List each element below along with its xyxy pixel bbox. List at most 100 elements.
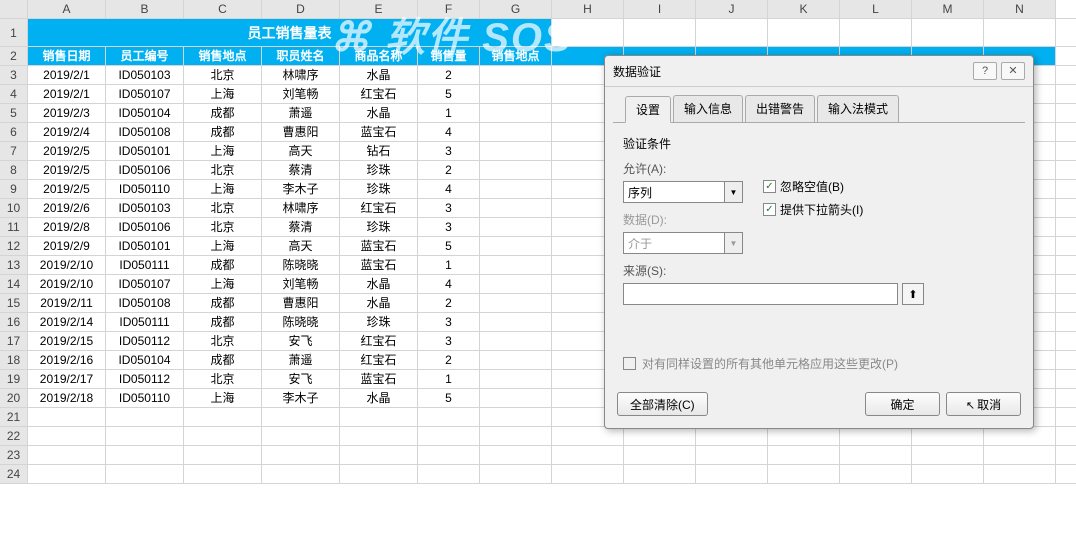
cell[interactable]: ID050103 bbox=[106, 66, 184, 84]
cell[interactable]: 2019/2/5 bbox=[28, 161, 106, 179]
row-header[interactable]: 13 bbox=[0, 256, 28, 274]
cell[interactable]: 4 bbox=[418, 180, 480, 198]
cell[interactable]: 3 bbox=[418, 199, 480, 217]
row-header[interactable]: 6 bbox=[0, 123, 28, 141]
cell[interactable] bbox=[106, 465, 184, 483]
cell[interactable]: 水晶 bbox=[340, 294, 418, 312]
cell[interactable] bbox=[262, 427, 340, 445]
cell[interactable]: 销售地点 bbox=[184, 47, 262, 65]
cell[interactable] bbox=[480, 180, 552, 198]
cell[interactable]: 上海 bbox=[184, 275, 262, 293]
cell[interactable]: 北京 bbox=[184, 218, 262, 236]
cell[interactable]: 3 bbox=[418, 313, 480, 331]
cell[interactable] bbox=[840, 465, 912, 483]
dialog-titlebar[interactable]: 数据验证 ? ✕ bbox=[605, 56, 1033, 87]
cell[interactable]: ID050104 bbox=[106, 104, 184, 122]
cell[interactable] bbox=[552, 465, 624, 483]
close-button[interactable]: ✕ bbox=[1001, 62, 1025, 80]
cell[interactable] bbox=[184, 427, 262, 445]
cell[interactable]: 珍珠 bbox=[340, 313, 418, 331]
column-header-M[interactable]: M bbox=[912, 0, 984, 18]
cell[interactable]: 2019/2/11 bbox=[28, 294, 106, 312]
row-header[interactable]: 7 bbox=[0, 142, 28, 160]
cell[interactable]: 蓝宝石 bbox=[340, 256, 418, 274]
row-header[interactable]: 22 bbox=[0, 427, 28, 445]
cell[interactable]: 员工编号 bbox=[106, 47, 184, 65]
ignore-blank-checkbox[interactable]: ✓ bbox=[763, 180, 776, 193]
cell[interactable] bbox=[262, 408, 340, 426]
cell[interactable] bbox=[696, 427, 768, 445]
source-input[interactable] bbox=[623, 283, 898, 305]
cell[interactable] bbox=[480, 123, 552, 141]
cell[interactable] bbox=[480, 389, 552, 407]
cell[interactable]: 成都 bbox=[184, 294, 262, 312]
cell[interactable] bbox=[480, 142, 552, 160]
cell[interactable] bbox=[480, 256, 552, 274]
tab-2[interactable]: 出错警告 bbox=[745, 95, 815, 122]
column-header-J[interactable]: J bbox=[696, 0, 768, 18]
cell[interactable] bbox=[28, 446, 106, 464]
cell[interactable] bbox=[340, 427, 418, 445]
cell[interactable]: ID050110 bbox=[106, 389, 184, 407]
cell[interactable]: 水晶 bbox=[340, 275, 418, 293]
cell[interactable] bbox=[480, 370, 552, 388]
cell[interactable]: ID050101 bbox=[106, 142, 184, 160]
cell[interactable]: 上海 bbox=[184, 85, 262, 103]
cell[interactable] bbox=[480, 218, 552, 236]
cell[interactable]: 珍珠 bbox=[340, 180, 418, 198]
row-header[interactable]: 1 bbox=[0, 19, 28, 46]
row-header[interactable]: 10 bbox=[0, 199, 28, 217]
cell[interactable] bbox=[262, 446, 340, 464]
cell[interactable] bbox=[480, 427, 552, 445]
row-header[interactable]: 15 bbox=[0, 294, 28, 312]
cell[interactable]: 蔡清 bbox=[262, 218, 340, 236]
cell[interactable]: 2 bbox=[418, 351, 480, 369]
row-header[interactable]: 9 bbox=[0, 180, 28, 198]
row-header[interactable]: 17 bbox=[0, 332, 28, 350]
column-header-F[interactable]: F bbox=[418, 0, 480, 18]
cell[interactable]: 2019/2/4 bbox=[28, 123, 106, 141]
row-header[interactable]: 20 bbox=[0, 389, 28, 407]
cell[interactable]: 4 bbox=[418, 275, 480, 293]
cell[interactable] bbox=[340, 446, 418, 464]
row-header[interactable]: 4 bbox=[0, 85, 28, 103]
range-picker-button[interactable]: ⬆ bbox=[902, 283, 924, 305]
cell[interactable]: 3 bbox=[418, 218, 480, 236]
column-header-E[interactable]: E bbox=[340, 0, 418, 18]
tab-1[interactable]: 输入信息 bbox=[673, 95, 743, 122]
cell[interactable] bbox=[480, 294, 552, 312]
column-header-G[interactable]: G bbox=[480, 0, 552, 18]
cell[interactable] bbox=[696, 446, 768, 464]
help-button[interactable]: ? bbox=[973, 62, 997, 80]
cell[interactable]: 北京 bbox=[184, 66, 262, 84]
cell[interactable]: 萧遥 bbox=[262, 104, 340, 122]
cell[interactable]: 红宝石 bbox=[340, 332, 418, 350]
cell[interactable] bbox=[480, 275, 552, 293]
cell[interactable] bbox=[184, 446, 262, 464]
in-cell-dropdown-checkbox[interactable]: ✓ bbox=[763, 203, 776, 216]
cell[interactable] bbox=[418, 446, 480, 464]
cell[interactable]: 5 bbox=[418, 85, 480, 103]
column-header-N[interactable]: N bbox=[984, 0, 1056, 18]
cell[interactable]: ID050111 bbox=[106, 313, 184, 331]
cell[interactable] bbox=[480, 332, 552, 350]
cell[interactable] bbox=[340, 408, 418, 426]
cell[interactable] bbox=[624, 19, 696, 46]
cell[interactable] bbox=[184, 408, 262, 426]
cell[interactable]: 上海 bbox=[184, 142, 262, 160]
cell[interactable] bbox=[624, 427, 696, 445]
cell[interactable]: 2019/2/17 bbox=[28, 370, 106, 388]
cell[interactable] bbox=[480, 351, 552, 369]
cell[interactable]: 陈晓晓 bbox=[262, 313, 340, 331]
cell[interactable] bbox=[984, 427, 1056, 445]
cell[interactable]: 曹惠阳 bbox=[262, 294, 340, 312]
cell[interactable]: 2019/2/14 bbox=[28, 313, 106, 331]
cell[interactable]: 2019/2/3 bbox=[28, 104, 106, 122]
cell[interactable]: ID050104 bbox=[106, 351, 184, 369]
row-header[interactable]: 19 bbox=[0, 370, 28, 388]
cell[interactable] bbox=[262, 465, 340, 483]
ok-button[interactable]: 确定 bbox=[865, 392, 940, 416]
cell[interactable]: 成都 bbox=[184, 351, 262, 369]
cell[interactable]: 2 bbox=[418, 161, 480, 179]
cell[interactable]: 北京 bbox=[184, 199, 262, 217]
